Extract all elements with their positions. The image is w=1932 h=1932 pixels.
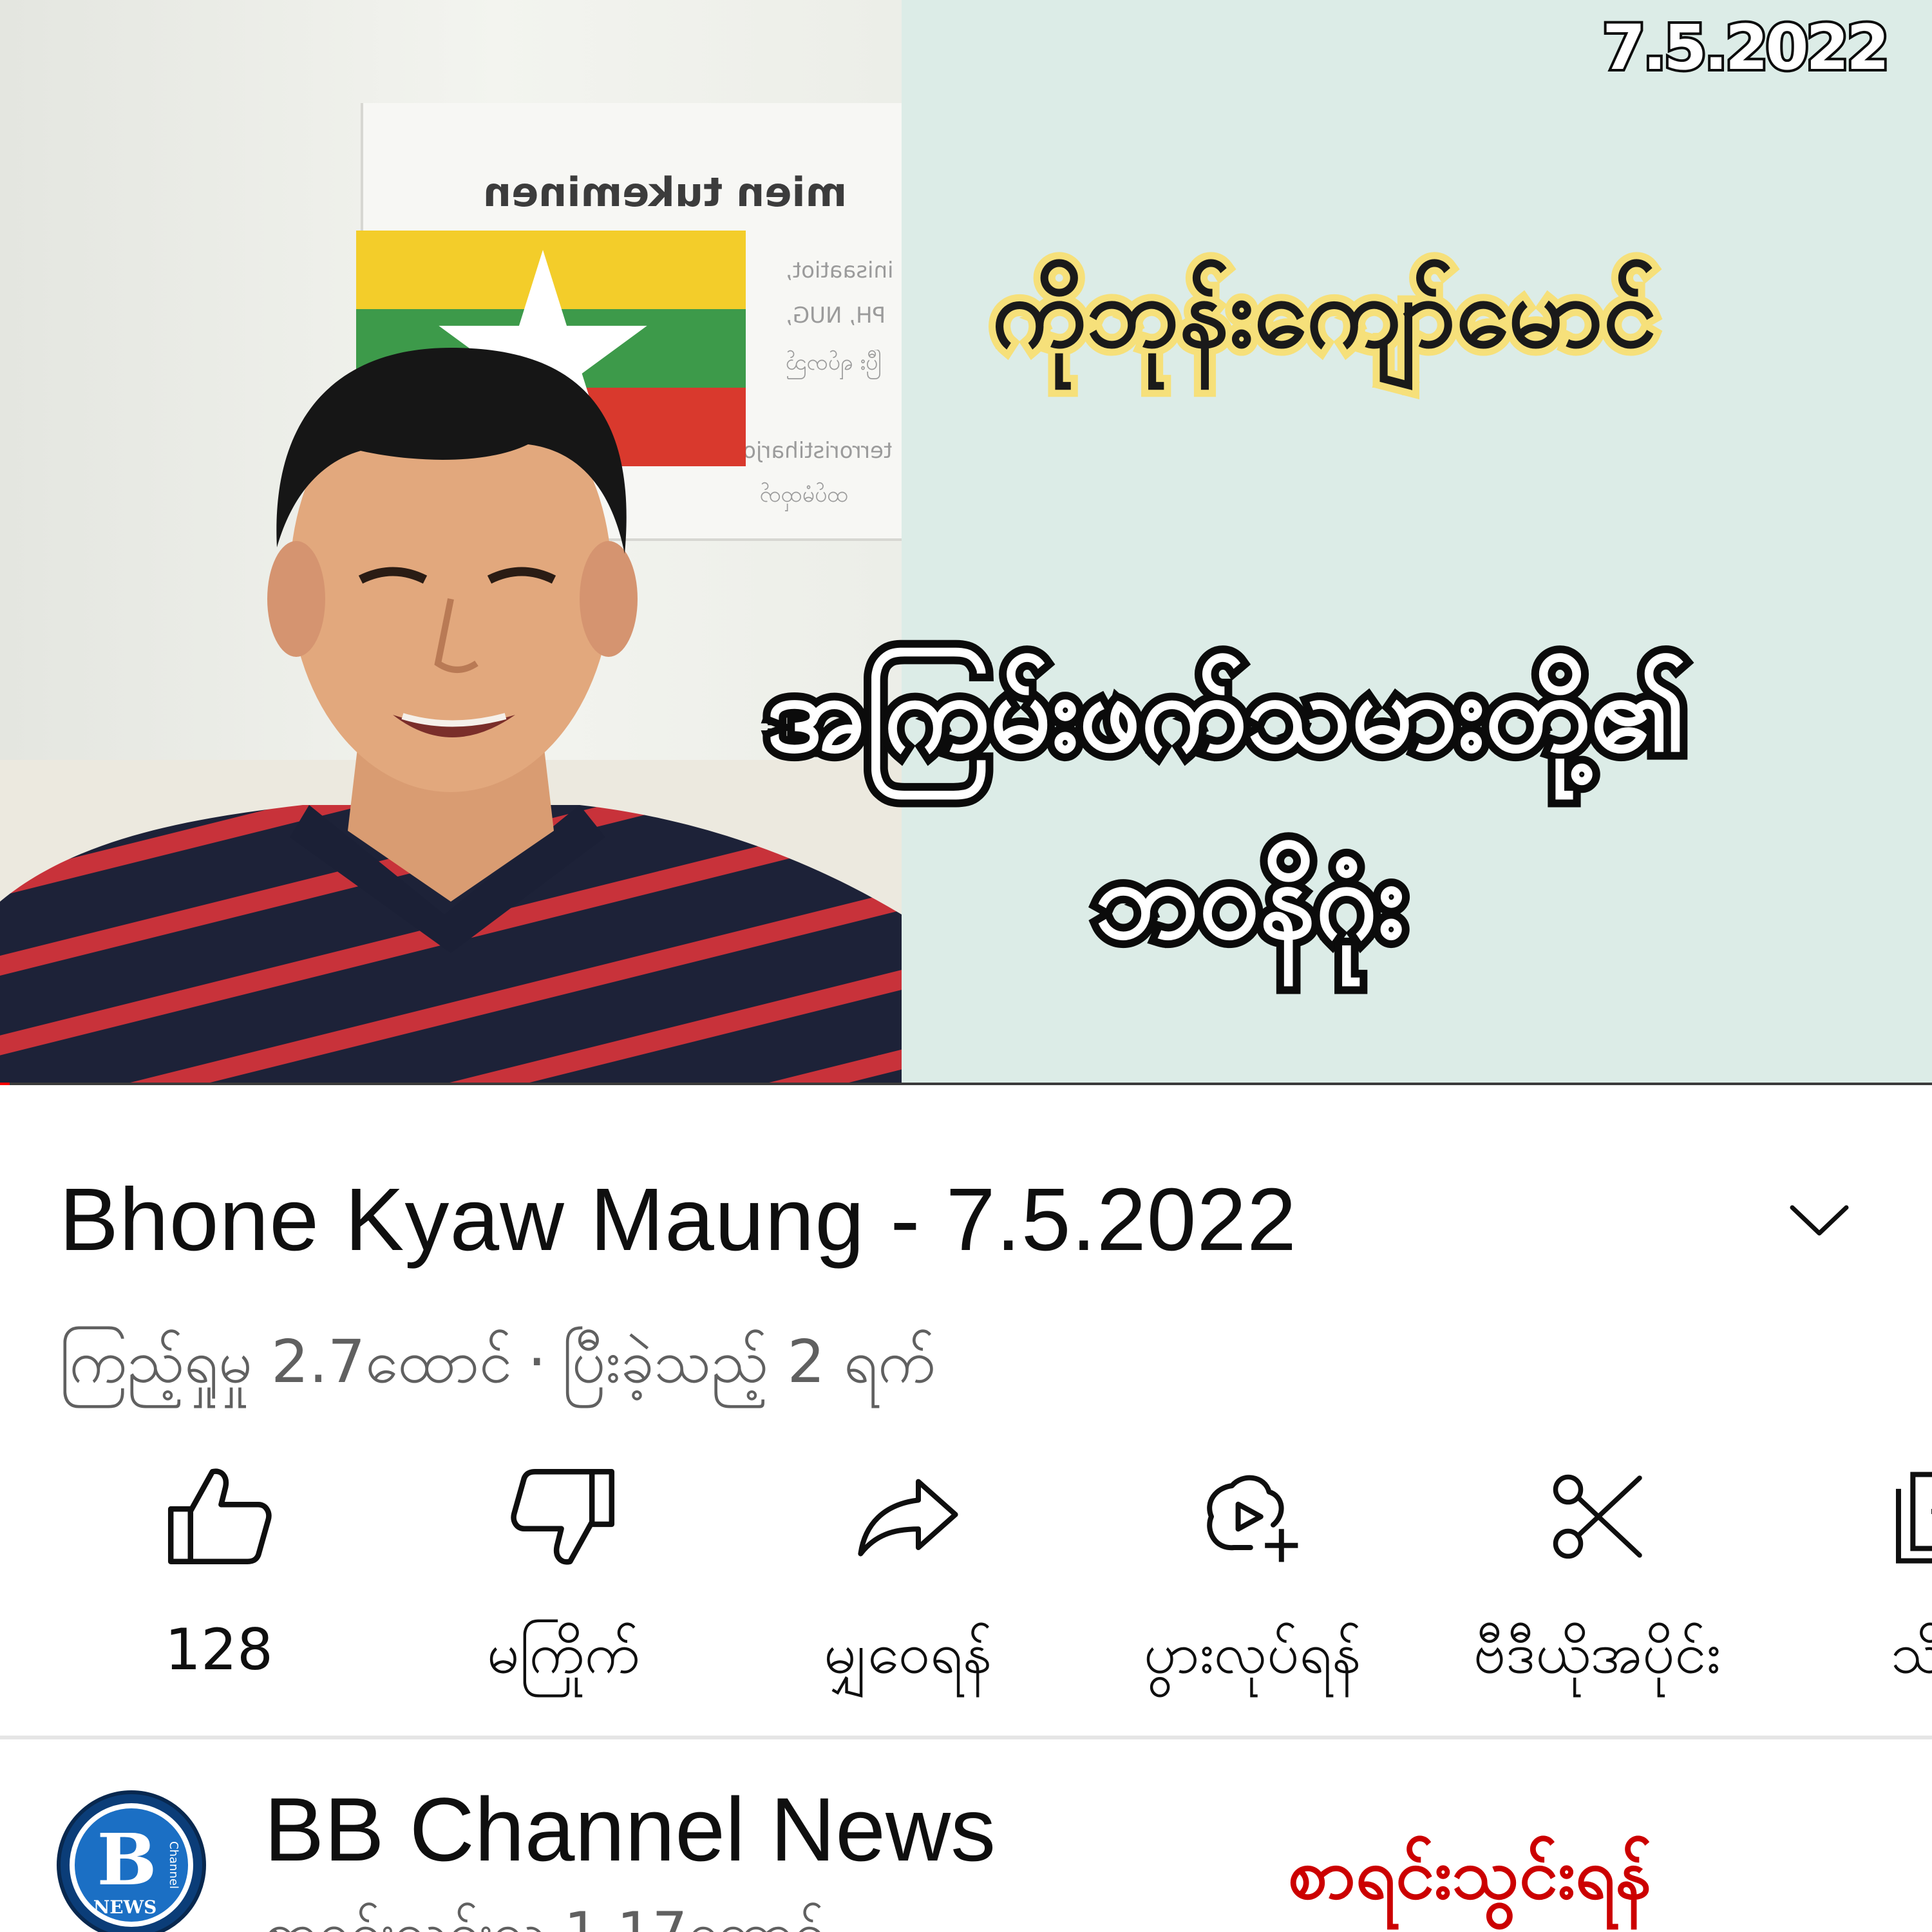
dislike-button[interactable]: မကြိုက် (396, 1455, 731, 1713)
thumbnail-date: 7.5.2022 (1600, 9, 1892, 86)
video-player[interactable]: mien tukeminen inisaatiot, PH, NUG, ပြီး… (0, 0, 1932, 1085)
bb-logo-icon: B NEWS Channel (70, 1803, 193, 1927)
like-button[interactable]: 128 (52, 1455, 386, 1713)
svg-text:B: B (97, 1818, 157, 1901)
share-button[interactable]: မျှဝေရန် (741, 1455, 1075, 1713)
presenter-figure (0, 348, 902, 1085)
thumbnail-title-line1: အကြမ်းဖက်သမားတို့၏ (759, 642, 1694, 784)
save-label: သိမ်း (1891, 1620, 1932, 1686)
share-icon (858, 1479, 958, 1557)
channel-name[interactable]: BB Channel News (264, 1777, 996, 1882)
thumbnail-scene: mien tukeminen inisaatiot, PH, NUG, ပြီး… (0, 0, 902, 1085)
share-label: မျှဝေရန် (824, 1620, 992, 1686)
thumbs-up-icon (167, 1468, 272, 1564)
chevron-down-icon (1790, 1205, 1849, 1236)
like-count: 128 (165, 1616, 273, 1683)
expand-description-button[interactable] (1777, 1185, 1861, 1256)
subscriber-count: စာရင်းသွင်းသူ 1.17ထောင် (264, 1897, 824, 1932)
remix-button[interactable]: ပွားလုပ်ရန် (1085, 1455, 1420, 1713)
svg-text:NEWS: NEWS (93, 1897, 157, 1918)
clip-label: ဗီဒီယိုအပိုင်း (1473, 1620, 1721, 1686)
clip-button[interactable]: ဗီဒီယိုအပိုင်း (1430, 1455, 1765, 1713)
remix-label: ပွားလုပ်ရန် (1144, 1620, 1361, 1686)
channel-avatar[interactable]: B NEWS Channel (57, 1790, 206, 1932)
upload-age: ပြီးခဲ့သည့် 2 ရက် (562, 1327, 936, 1396)
section-divider (0, 1736, 1932, 1739)
action-row: 128 မကြိုက် မျှဝေရန် ပွားလုပ်ရန် ဗီဒီယို… (0, 1455, 1932, 1713)
thumbnail-title-line2: ဘဝနိဂုံး (1087, 829, 1413, 971)
video-meta: ကြည့်ရှုမှု 2.7ထောင် · ပြီးခဲ့သည့် 2 ရက် (59, 1323, 936, 1411)
save-icon (1895, 1472, 1932, 1564)
progress-fill (0, 1083, 10, 1085)
remix-icon (1207, 1475, 1298, 1562)
thumbnail-name-text: ကိုဘုန်းကျော်မောင် (985, 250, 1664, 376)
svg-text:Channel: Channel (167, 1841, 180, 1889)
view-count: ကြည့်ရှုမှု 2.7ထောင် (59, 1327, 513, 1396)
thumbnail-text-panel (902, 0, 1932, 1085)
meta-separator: · (527, 1327, 547, 1396)
dislike-label: မကြိုက် (487, 1620, 640, 1686)
progress-bar[interactable] (0, 1083, 1932, 1085)
save-button[interactable]: သိမ်း (1774, 1455, 1932, 1713)
thumbs-down-icon (511, 1469, 615, 1565)
video-title[interactable]: Bhone Kyaw Maung - 7.5.2022 (59, 1169, 1297, 1271)
subscribe-button[interactable]: စာရင်းသွင်းရန် (1288, 1829, 1651, 1932)
scissors-icon (1553, 1474, 1642, 1559)
